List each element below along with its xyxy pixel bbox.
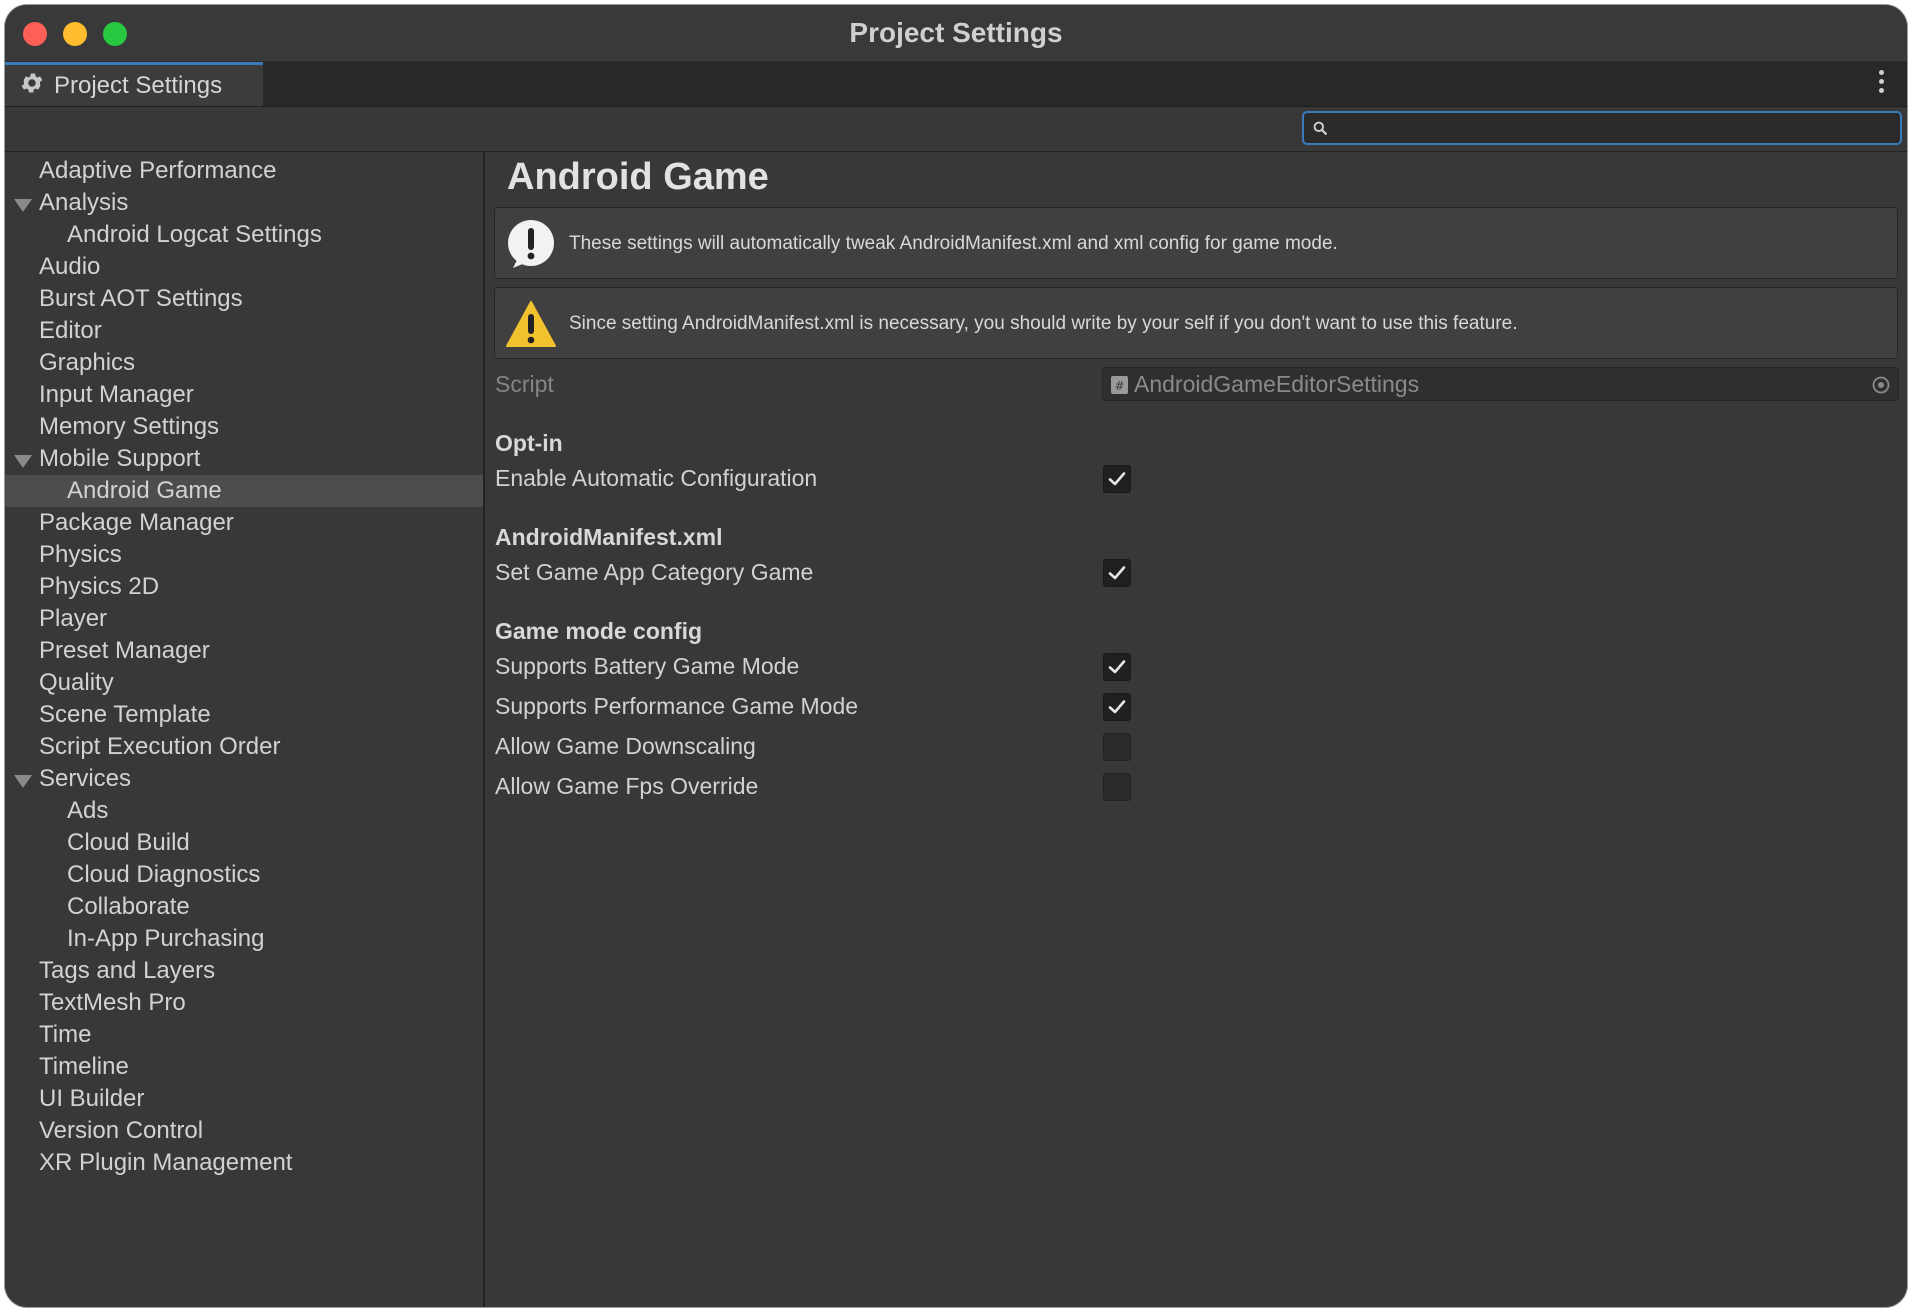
expanded-caret-icon[interactable] [14,199,32,212]
sidebar-item-cloud-diagnostics[interactable]: Cloud Diagnostics [5,859,483,891]
supports-battery-game-mode-label: Supports Battery Game Mode [495,653,800,679]
title-bar[interactable]: Project Settings [5,5,1907,62]
tab-project-settings[interactable]: Project Settings [5,62,263,106]
warning-message: Since setting AndroidManifest.xml is nec… [569,313,1518,334]
tab-bar: Project Settings [5,62,1907,107]
supports-performance-game-mode-label: Supports Performance Game Mode [495,693,859,719]
checkmark-icon [1108,472,1126,486]
set-game-app-category-label: Set Game App Category Game [495,559,814,585]
sidebar-item-android-logcat-settings[interactable]: Android Logcat Settings [5,219,483,251]
script-label: Script [495,371,554,397]
supports-performance-game-mode-checkbox[interactable] [1103,693,1131,721]
search-input[interactable] [1334,113,1898,145]
page-title: Android Game [507,156,769,198]
sidebar-item-physics-2d[interactable]: Physics 2D [5,571,483,603]
search-field[interactable] [1302,111,1902,145]
allow-game-downscaling-label: Allow Game Downscaling [495,733,756,759]
script-value: AndroidGameEditorSettings [1134,371,1420,397]
sidebar-item-script-execution-order[interactable]: Script Execution Order [5,731,483,763]
tab-label: Project Settings [54,71,223,99]
checkmark-icon [1108,660,1126,674]
opt-in-header: Opt-in [495,430,563,456]
sidebar-item-editor[interactable]: Editor [5,315,483,347]
sidebar-item-collaborate[interactable]: Collaborate [5,891,483,923]
svg-text:#: # [1114,379,1124,393]
expanded-caret-icon[interactable] [14,455,32,468]
settings-sidebar: Adaptive Performance Analysis Android Lo… [5,152,485,1307]
sidebar-item-mobile-support[interactable]: Mobile Support [5,443,483,475]
expanded-caret-icon[interactable] [14,775,32,788]
sidebar-item-timeline[interactable]: Timeline [5,1051,483,1083]
info-message: These settings will automatically tweak … [569,233,1338,254]
sidebar-item-android-game[interactable]: Android Game [5,475,483,507]
sidebar-item-physics[interactable]: Physics [5,539,483,571]
sidebar-item-textmesh-pro[interactable]: TextMesh Pro [5,987,483,1019]
window-title: Project Settings [849,17,1063,48]
sidebar-item-ads[interactable]: Ads [5,795,483,827]
sidebar-item-services[interactable]: Services [5,763,483,795]
sidebar-item-audio[interactable]: Audio [5,251,483,283]
more-options-icon[interactable] [1877,70,1885,98]
sidebar-item-player[interactable]: Player [5,603,483,635]
supports-battery-game-mode-checkbox[interactable] [1103,653,1131,681]
sidebar-item-preset-manager[interactable]: Preset Manager [5,635,483,667]
settings-content-panel: Android Game These settings will automat… [485,152,1907,1307]
sidebar-item-graphics[interactable]: Graphics [5,347,483,379]
script-object-field[interactable]: # AndroidGameEditorSettings [1102,367,1899,401]
allow-game-fps-override-label: Allow Game Fps Override [495,773,759,799]
game-mode-config-header: Game mode config [495,618,703,644]
search-toolbar [5,107,1907,152]
set-game-app-category-checkbox[interactable] [1103,559,1131,587]
sidebar-item-package-manager[interactable]: Package Manager [5,507,483,539]
allow-game-downscaling-checkbox[interactable] [1103,733,1131,761]
sidebar-item-memory-settings[interactable]: Memory Settings [5,411,483,443]
project-settings-window: Project Settings Project Settings Adapti… [5,5,1907,1307]
sidebar-item-tags-and-layers[interactable]: Tags and Layers [5,955,483,987]
gear-icon [19,70,45,101]
sidebar-item-ui-builder[interactable]: UI Builder [5,1083,483,1115]
warning-help-box: Since setting AndroidManifest.xml is nec… [494,287,1898,359]
allow-game-fps-override-checkbox[interactable] [1103,773,1131,801]
sidebar-item-quality[interactable]: Quality [5,667,483,699]
sidebar-item-analysis[interactable]: Analysis [5,187,483,219]
sidebar-item-version-control[interactable]: Version Control [5,1115,483,1147]
sidebar-item-in-app-purchasing[interactable]: In-App Purchasing [5,923,483,955]
sidebar-item-xr-plugin-management[interactable]: XR Plugin Management [5,1147,483,1179]
enable-automatic-configuration-checkbox[interactable] [1103,465,1131,493]
sidebar-item-cloud-build[interactable]: Cloud Build [5,827,483,859]
sidebar-item-input-manager[interactable]: Input Manager [5,379,483,411]
checkmark-icon [1108,566,1126,580]
sidebar-item-burst-aot-settings[interactable]: Burst AOT Settings [5,283,483,315]
sidebar-item-adaptive-performance[interactable]: Adaptive Performance [5,155,483,187]
sidebar-item-time[interactable]: Time [5,1019,483,1051]
android-manifest-header: AndroidManifest.xml [495,524,723,550]
info-help-box: These settings will automatically tweak … [494,207,1898,279]
sidebar-item-scene-template[interactable]: Scene Template [5,699,483,731]
enable-automatic-configuration-label: Enable Automatic Configuration [495,465,818,491]
checkmark-icon [1108,700,1126,714]
